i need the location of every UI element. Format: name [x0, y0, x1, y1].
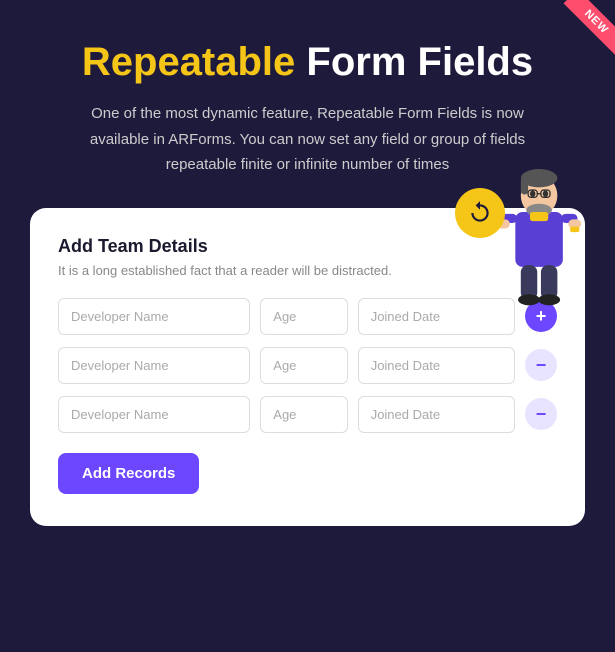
content-area: Add Team Details It is a long establishe… [30, 208, 585, 526]
name-field-1 [58, 298, 250, 335]
age-input-2[interactable] [260, 347, 347, 384]
joined-date-input-2[interactable] [358, 347, 515, 384]
developer-name-input-1[interactable] [58, 298, 250, 335]
page-subtitle: One of the most dynamic feature, Repeata… [60, 101, 555, 178]
age-field-3 [260, 396, 347, 433]
name-field-2 [58, 347, 250, 384]
page-title: Repeatable Form Fields [60, 40, 555, 85]
name-field-3 [58, 396, 250, 433]
form-row-2: − [58, 347, 557, 384]
title-rest: Form Fields [295, 40, 533, 84]
joined-date-input-3[interactable] [358, 396, 515, 433]
remove-row-button-2[interactable]: − [525, 349, 557, 381]
form-row-3: − [58, 396, 557, 433]
form-row-1: + [58, 298, 557, 335]
character-illustration [485, 148, 595, 313]
date-field-2 [358, 347, 515, 384]
age-field-2 [260, 347, 347, 384]
date-field-3 [358, 396, 515, 433]
card-subtitle: It is a long established fact that a rea… [58, 263, 557, 278]
new-badge-label: NEW [564, 0, 615, 55]
developer-name-input-2[interactable] [58, 347, 250, 384]
title-highlight: Repeatable [82, 40, 295, 84]
age-input-1[interactable] [260, 298, 347, 335]
add-records-button[interactable]: Add Records [58, 453, 199, 494]
card-title: Add Team Details [58, 236, 557, 257]
new-badge: NEW [545, 0, 615, 70]
refresh-icon [455, 188, 505, 238]
remove-row-button-3[interactable]: − [525, 398, 557, 430]
age-field-1 [260, 298, 347, 335]
developer-name-input-3[interactable] [58, 396, 250, 433]
age-input-3[interactable] [260, 396, 347, 433]
